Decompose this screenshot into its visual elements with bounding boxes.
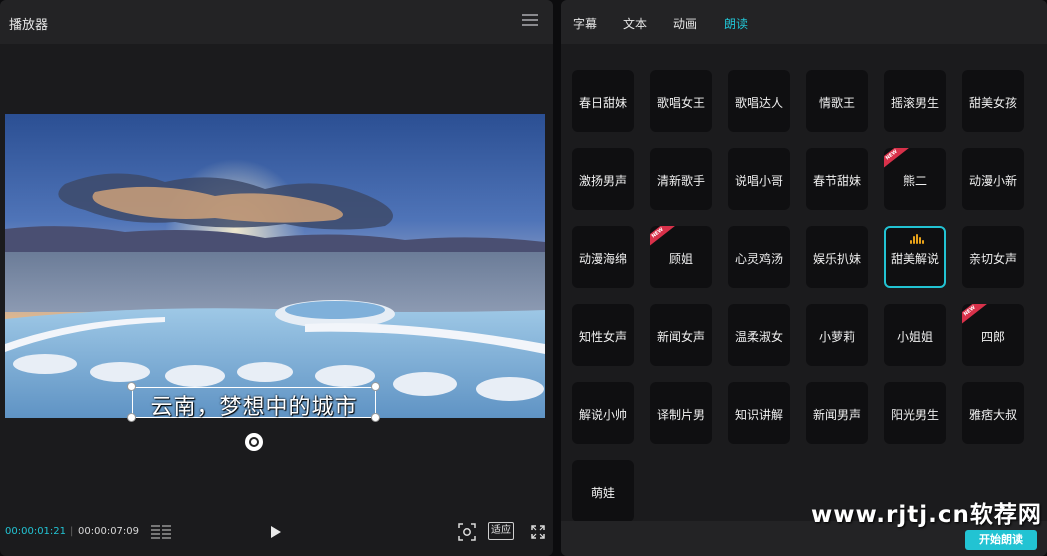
voice-grid: 春日甜妹 歌唱女王 歌唱达人 情歌王 摇滚男生 甜美女孩激扬男声 清新歌手 说唱小哥 春节甜妹 N… bbox=[561, 0, 1047, 556]
player-header: 播放器 bbox=[0, 0, 553, 44]
voice-label: 亲切女声 bbox=[968, 252, 1017, 266]
voice-option[interactable]: 动漫海绵 bbox=[572, 226, 634, 288]
voice-label: 温柔淑女 bbox=[734, 330, 783, 344]
voice-option[interactable]: 春节甜妹 bbox=[806, 148, 868, 210]
voice-label: 雅痞大叔 bbox=[968, 408, 1017, 422]
new-badge: NEW bbox=[884, 148, 911, 172]
start-reading-button[interactable]: 开始朗读 bbox=[965, 530, 1037, 550]
fullscreen-icon[interactable] bbox=[530, 524, 546, 540]
voice-option[interactable]: 动漫小新 bbox=[962, 148, 1024, 210]
voice-label: 知性女声 bbox=[578, 330, 627, 344]
resize-handle-top-left[interactable] bbox=[127, 382, 136, 391]
voice-label: 歌唱女王 bbox=[656, 96, 705, 110]
audio-wave-icon bbox=[910, 234, 924, 244]
voice-option[interactable]: 甜美女孩 bbox=[962, 70, 1024, 132]
current-time: 00:00:01:21 bbox=[5, 526, 67, 537]
fit-button[interactable]: 适应 bbox=[488, 522, 514, 540]
voice-label: 情歌王 bbox=[818, 96, 855, 110]
resize-handle-top-right[interactable] bbox=[371, 382, 380, 391]
voice-label: 知识讲解 bbox=[734, 408, 783, 422]
voice-label: 动漫海绵 bbox=[578, 252, 627, 266]
voice-label: 小姐姐 bbox=[896, 330, 933, 344]
voice-option[interactable]: 译制片男 bbox=[650, 382, 712, 444]
voice-label: 摇滚男生 bbox=[890, 96, 939, 110]
video-preview[interactable] bbox=[5, 114, 545, 418]
voice-option[interactable]: NEW 四郎 bbox=[962, 304, 1024, 366]
resize-handle-bottom-right[interactable] bbox=[371, 413, 380, 422]
voice-option[interactable]: NEW 顾姐 bbox=[650, 226, 712, 288]
voice-option[interactable]: 摇滚男生 bbox=[884, 70, 946, 132]
voice-option[interactable]: NEW 熊二 bbox=[884, 148, 946, 210]
grid-icon[interactable] bbox=[150, 524, 172, 540]
voice-option[interactable]: 说唱小哥 bbox=[728, 148, 790, 210]
voice-label: 歌唱达人 bbox=[734, 96, 783, 110]
new-badge: NEW bbox=[962, 304, 989, 328]
voice-option[interactable]: 春日甜妹 bbox=[572, 70, 634, 132]
voice-label: 阳光男生 bbox=[890, 408, 939, 422]
voice-option[interactable]: 阳光男生 bbox=[884, 382, 946, 444]
voice-label: 熊二 bbox=[902, 174, 927, 188]
voice-label: 春日甜妹 bbox=[578, 96, 627, 110]
voice-option[interactable]: 雅痞大叔 bbox=[962, 382, 1024, 444]
voice-option[interactable]: 解说小帅 bbox=[572, 382, 634, 444]
voice-label: 春节甜妹 bbox=[812, 174, 861, 188]
voice-option[interactable]: 知性女声 bbox=[572, 304, 634, 366]
voice-option[interactable]: 歌唱女王 bbox=[650, 70, 712, 132]
voice-option[interactable]: 新闻女声 bbox=[650, 304, 712, 366]
player-title: 播放器 bbox=[9, 18, 49, 33]
voice-label: 译制片男 bbox=[656, 408, 705, 422]
voice-option[interactable]: 温柔淑女 bbox=[728, 304, 790, 366]
voice-option[interactable]: 小姐姐 bbox=[884, 304, 946, 366]
voice-label: 萌娃 bbox=[590, 486, 615, 500]
voice-label: 新闻男声 bbox=[812, 408, 861, 422]
voice-option[interactable]: 新闻男声 bbox=[806, 382, 868, 444]
voice-option[interactable]: 激扬男声 bbox=[572, 148, 634, 210]
voice-label: 甜美解说 bbox=[890, 252, 939, 266]
voice-label: 说唱小哥 bbox=[734, 174, 783, 188]
voice-label: 清新歌手 bbox=[656, 174, 705, 188]
voice-label: 甜美女孩 bbox=[968, 96, 1017, 110]
voice-label: 解说小帅 bbox=[578, 408, 627, 422]
voice-option[interactable]: 萌娃 bbox=[572, 460, 634, 522]
voice-option[interactable]: 甜美解说 bbox=[884, 226, 946, 288]
voice-label: 顾姐 bbox=[668, 252, 693, 266]
voice-label: 激扬男声 bbox=[578, 174, 627, 188]
player-panel: 播放器 云南，梦想中的城市 00:00:01:21 | 00:00:07:09 … bbox=[0, 0, 553, 556]
new-badge: NEW bbox=[650, 226, 677, 250]
caption-text: 云南，梦想中的城市 bbox=[150, 395, 358, 420]
voice-label: 新闻女声 bbox=[656, 330, 705, 344]
voice-label: 小萝莉 bbox=[818, 330, 855, 344]
voice-option[interactable]: 娱乐扒妹 bbox=[806, 226, 868, 288]
text-panel: 字幕 文本 动画 朗读 春日甜妹 歌唱女王 歌唱达人 情歌王 摇滚男生 甜美女孩 激扬男声 清新歌手… bbox=[561, 0, 1047, 556]
voice-option[interactable]: 歌唱达人 bbox=[728, 70, 790, 132]
play-icon[interactable] bbox=[269, 525, 283, 539]
resize-handle-bottom-left[interactable] bbox=[127, 413, 136, 422]
hamburger-menu-icon[interactable] bbox=[522, 14, 538, 28]
voice-label: 娱乐扒妹 bbox=[812, 252, 861, 266]
scenery-image bbox=[5, 114, 545, 418]
player-controls: 00:00:01:21 | 00:00:07:09 适应 bbox=[0, 518, 553, 548]
voice-label: 心灵鸡汤 bbox=[734, 252, 783, 266]
total-time: 00:00:07:09 bbox=[78, 526, 140, 537]
voice-option[interactable]: 心灵鸡汤 bbox=[728, 226, 790, 288]
voice-option[interactable]: 知识讲解 bbox=[728, 382, 790, 444]
rotate-icon[interactable] bbox=[245, 433, 263, 451]
voice-option[interactable]: 情歌王 bbox=[806, 70, 868, 132]
time-separator: | bbox=[70, 526, 74, 537]
voice-option[interactable]: 亲切女声 bbox=[962, 226, 1024, 288]
caption-text-box[interactable]: 云南，梦想中的城市 bbox=[132, 387, 376, 420]
watermark: www.rjtj.cn软荐网 bbox=[811, 502, 1042, 528]
screenshot-icon[interactable] bbox=[458, 523, 476, 541]
voice-label: 动漫小新 bbox=[968, 174, 1017, 188]
voice-label: 四郎 bbox=[980, 330, 1005, 344]
voice-option[interactable]: 清新歌手 bbox=[650, 148, 712, 210]
voice-option[interactable]: 小萝莉 bbox=[806, 304, 868, 366]
